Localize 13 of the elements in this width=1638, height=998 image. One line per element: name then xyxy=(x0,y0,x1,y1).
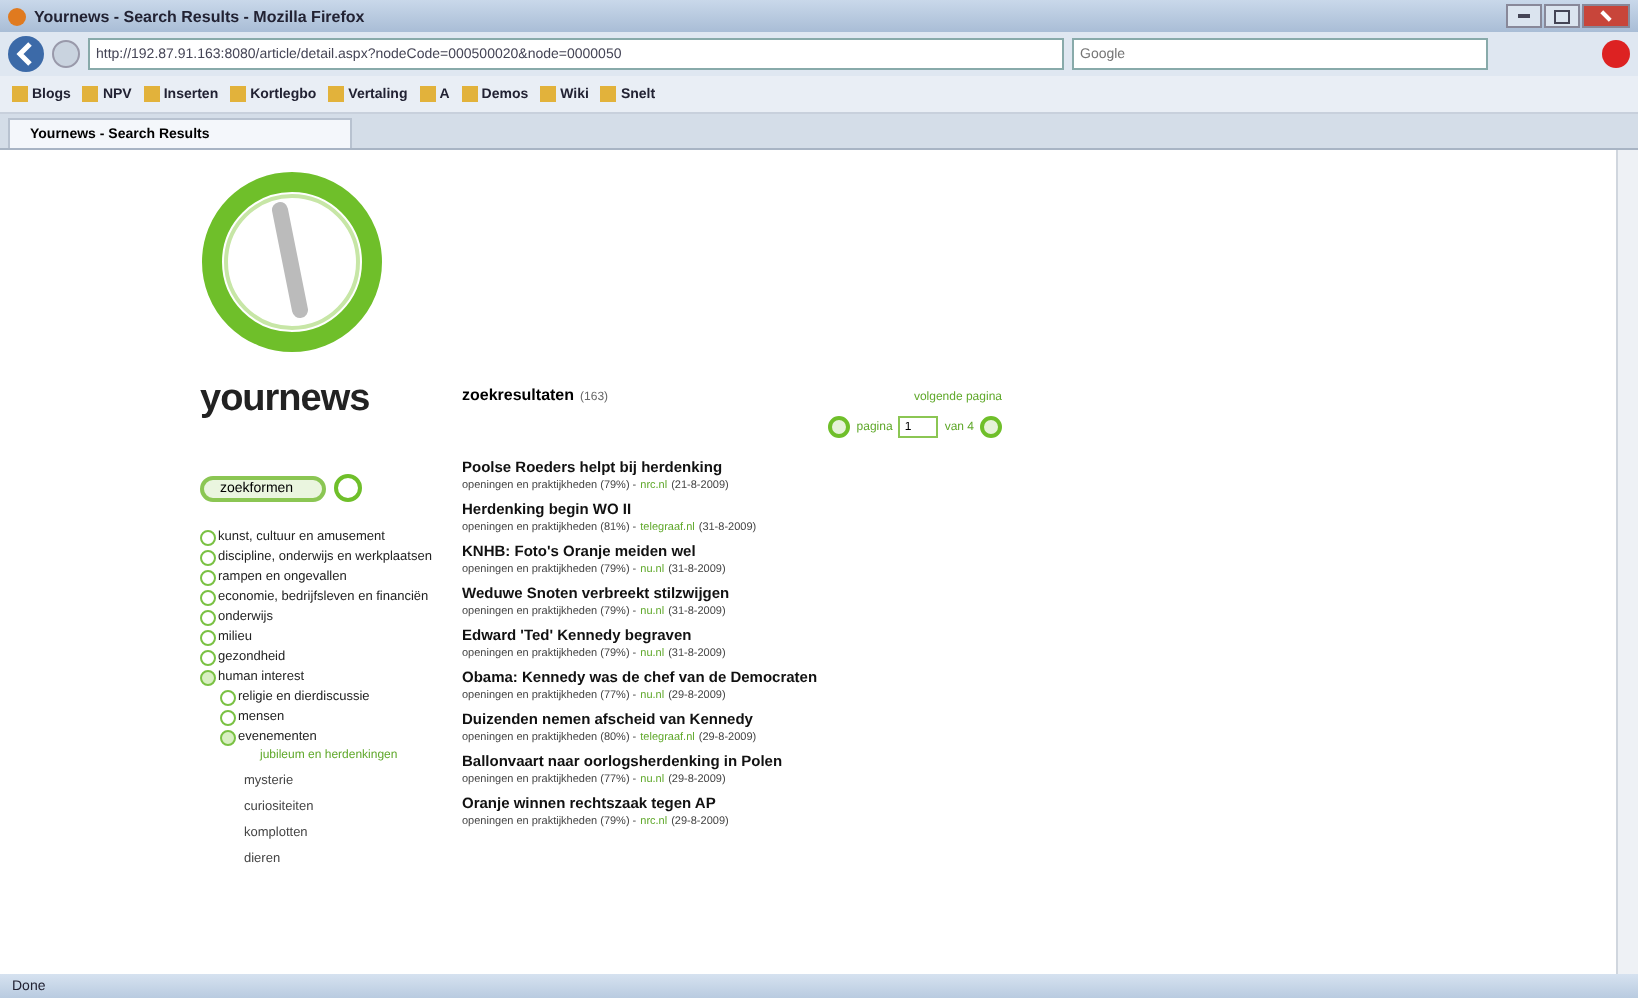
minimize-button[interactable] xyxy=(1506,4,1542,28)
window-title: Yournews - Search Results - Mozilla Firefox xyxy=(34,7,365,25)
circle-icon xyxy=(333,474,362,502)
results-heading: zoekresultaten xyxy=(462,386,575,404)
scrollbar[interactable] xyxy=(1616,150,1638,974)
close-button[interactable] xyxy=(1582,4,1630,28)
logo-icon xyxy=(200,170,384,354)
previous-icon[interactable] xyxy=(828,416,851,438)
maximize-button[interactable] xyxy=(1544,4,1580,28)
next-icon[interactable] xyxy=(980,416,1002,438)
back-button[interactable] xyxy=(8,36,44,72)
site-name: yournews xyxy=(200,378,372,422)
forward-button[interactable] xyxy=(52,40,80,68)
